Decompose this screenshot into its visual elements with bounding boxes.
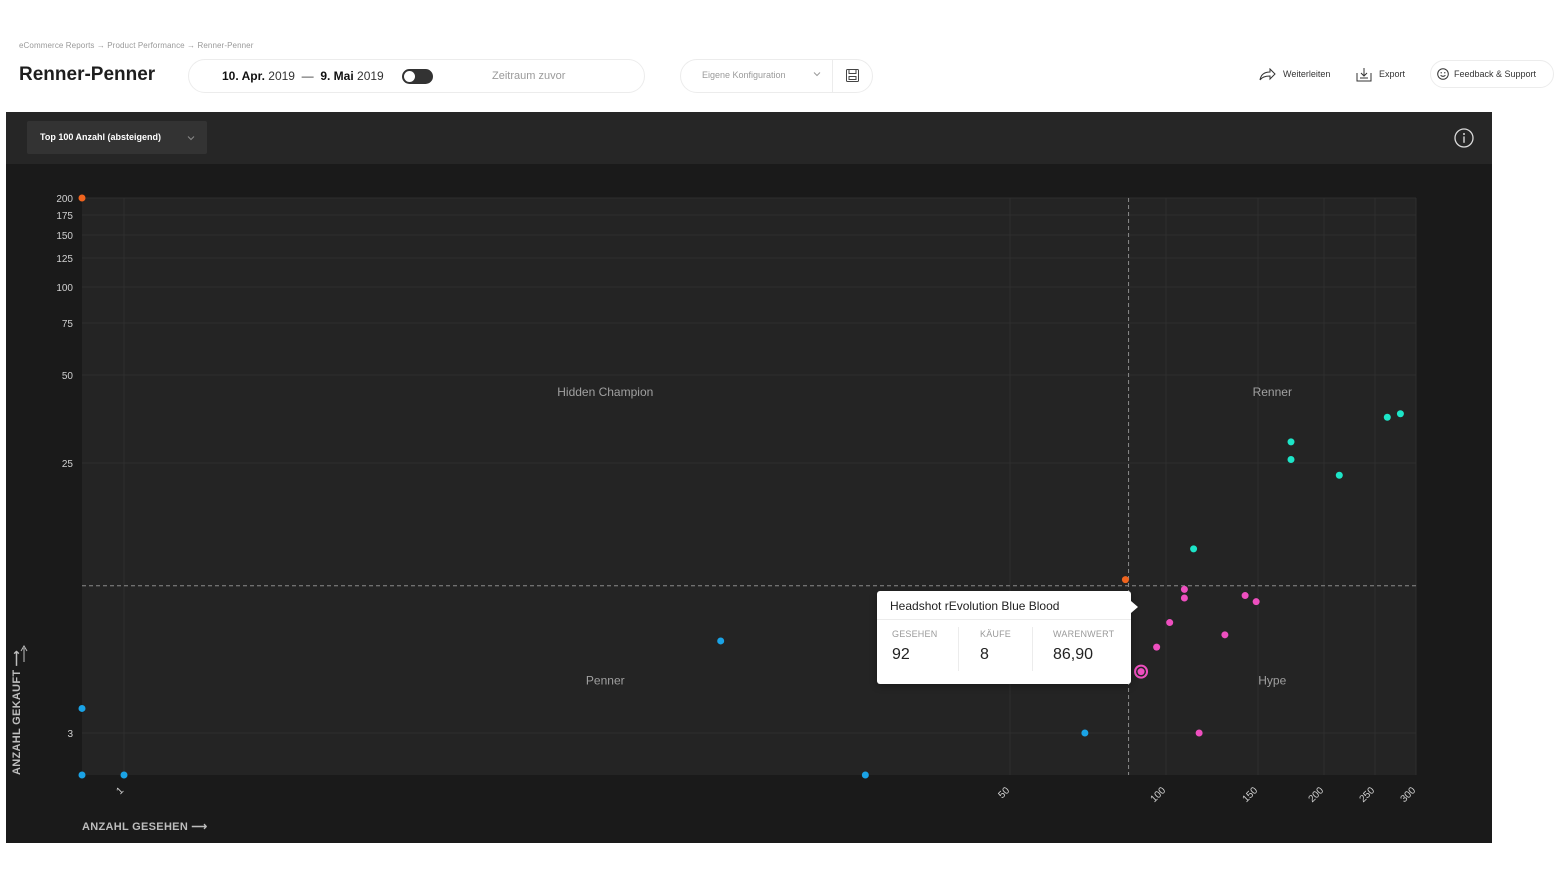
tooltip-seen-key: GESEHEN <box>892 629 938 639</box>
data-point <box>1190 545 1198 553</box>
y-tick-label: 25 <box>62 459 74 470</box>
data-point <box>78 194 86 202</box>
x-tick-label: 300 <box>1399 785 1419 805</box>
data-point <box>1241 592 1249 600</box>
tooltip-seen-value: 92 <box>892 646 910 663</box>
highlighted-point <box>1138 668 1145 675</box>
tooltip-value-key: WARENWERT <box>1053 629 1115 639</box>
tooltip-purchases-key: KÄUFE <box>980 629 1012 639</box>
data-point <box>1396 410 1404 418</box>
tooltip-seen: GESEHEN 92 <box>892 629 937 664</box>
y-tick-label: 125 <box>56 254 73 265</box>
data-point <box>1081 729 1089 737</box>
data-point <box>120 771 128 779</box>
x-tick-label: 200 <box>1307 785 1327 805</box>
tooltip-purchases: KÄUFE 8 <box>980 629 1011 664</box>
x-axis-title: ANZAHL GESEHEN ⟶ <box>82 821 208 833</box>
quadrant-label: Hype <box>1258 673 1286 687</box>
tooltip-divider <box>877 619 1131 620</box>
data-point <box>1287 455 1295 463</box>
scatter-chart: 20017515012510075502531 50 100 150 200 250 300… <box>20 194 1419 805</box>
tooltip-purchases-value: 8 <box>980 646 989 663</box>
data-point <box>1166 619 1174 627</box>
quadrant-label: Hidden Champion <box>557 385 653 399</box>
tooltip-value: WARENWERT 86,90 <box>1053 629 1114 664</box>
data-point <box>1383 413 1391 421</box>
data-point <box>1287 438 1295 446</box>
data-point <box>1221 631 1229 639</box>
data-point <box>1180 594 1188 602</box>
x-tick-label: 1 <box>114 785 126 797</box>
x-tick-label: 150 <box>1241 785 1261 805</box>
product-tooltip: Headshot rEvolution Blue Blood GESEHEN 9… <box>877 591 1138 684</box>
data-point <box>861 771 869 779</box>
y-tick-label: 50 <box>62 371 74 382</box>
tooltip-col-divider <box>958 627 959 671</box>
x-tick-label: 50 <box>996 785 1012 801</box>
data-point <box>1195 729 1203 737</box>
data-point <box>1335 471 1343 479</box>
y-axis-title: ANZAHL GEKAUFT ⟶ <box>11 650 23 775</box>
data-point <box>1180 585 1188 593</box>
data-point <box>1153 643 1161 651</box>
x-tick-label: 100 <box>1149 785 1169 805</box>
tooltip-col-divider <box>1032 627 1033 671</box>
data-point <box>1252 598 1260 606</box>
tooltip-title: Headshot rEvolution Blue Blood <box>890 599 1060 613</box>
data-point <box>717 637 725 645</box>
data-point <box>78 704 86 712</box>
tooltip-value-value: 86,90 <box>1053 646 1094 663</box>
y-tick-label: 3 <box>67 729 73 740</box>
y-tick-label: 150 <box>56 231 73 242</box>
data-point <box>78 771 86 779</box>
y-tick-label: 75 <box>62 319 74 330</box>
x-tick-label: 250 <box>1358 785 1378 805</box>
quadrant-label: Renner <box>1253 385 1292 399</box>
quadrant-label: Penner <box>586 673 625 687</box>
y-tick-label: 100 <box>56 283 73 294</box>
y-tick-label: 200 <box>56 194 73 205</box>
y-tick-label: 175 <box>56 211 73 222</box>
data-point <box>1121 576 1129 584</box>
plot-area <box>82 198 1416 775</box>
